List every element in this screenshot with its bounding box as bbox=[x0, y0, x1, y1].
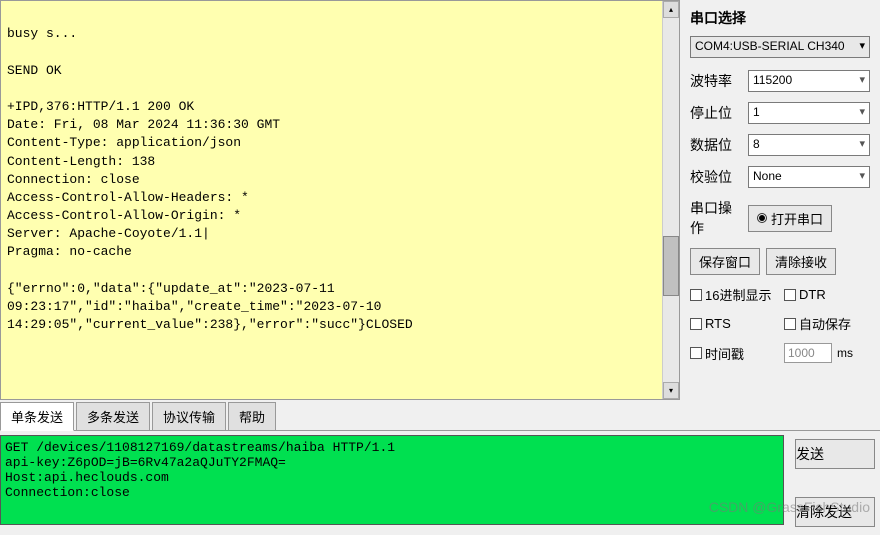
open-port-label: 打开串口 bbox=[771, 209, 823, 228]
stop-label: 停止位 bbox=[690, 103, 740, 123]
scroll-track[interactable] bbox=[663, 18, 679, 382]
scrollbar-vertical[interactable]: ▴ ▾ bbox=[662, 1, 679, 399]
send-button[interactable]: 发送 bbox=[795, 439, 875, 469]
tab-bar: 单条发送 多条发送 协议传输 帮助 bbox=[0, 402, 880, 431]
tab-help[interactable]: 帮助 bbox=[228, 402, 276, 430]
port-op-label: 串口操作 bbox=[690, 198, 740, 238]
scroll-thumb[interactable] bbox=[663, 236, 679, 296]
settings-panel: 串口选择 COM4:USB-SERIAL CH340 波特率 115200 停止… bbox=[680, 0, 880, 400]
port-status-icon bbox=[757, 213, 767, 223]
tab-protocol[interactable]: 协议传输 bbox=[152, 402, 226, 430]
receive-output[interactable]: busy s... SEND OK +IPD,376:HTTP/1.1 200 … bbox=[1, 1, 662, 399]
rts-checkbox[interactable] bbox=[690, 318, 702, 330]
timestamp-checkbox[interactable] bbox=[690, 347, 702, 359]
clear-send-button[interactable]: 清除发送 bbox=[795, 497, 875, 527]
baud-label: 波特率 bbox=[690, 71, 740, 91]
tab-multi-send[interactable]: 多条发送 bbox=[76, 402, 150, 430]
hex-display-checkbox[interactable] bbox=[690, 289, 702, 301]
tab-single-send[interactable]: 单条发送 bbox=[0, 402, 74, 431]
ms-label: ms bbox=[837, 346, 853, 360]
clear-receive-button[interactable]: 清除接收 bbox=[766, 248, 836, 275]
port-section-title: 串口选择 bbox=[690, 8, 870, 28]
hex-display-label: 16进制显示 bbox=[705, 285, 771, 304]
dtr-label: DTR bbox=[799, 287, 826, 302]
scroll-down-icon[interactable]: ▾ bbox=[663, 382, 679, 399]
send-area: 单条发送 多条发送 协议传输 帮助 GET /devices/110812716… bbox=[0, 402, 880, 527]
dtr-checkbox[interactable] bbox=[784, 289, 796, 301]
parity-label: 校验位 bbox=[690, 167, 740, 187]
stop-select[interactable]: 1 bbox=[748, 102, 870, 124]
send-button-panel: 发送 清除发送 bbox=[790, 435, 880, 527]
save-window-button[interactable]: 保存窗口 bbox=[690, 248, 760, 275]
parity-select[interactable]: None bbox=[748, 166, 870, 188]
data-select[interactable]: 8 bbox=[748, 134, 870, 156]
port-select[interactable]: COM4:USB-SERIAL CH340 bbox=[690, 36, 870, 58]
baud-select[interactable]: 115200 bbox=[748, 70, 870, 92]
scroll-up-icon[interactable]: ▴ bbox=[663, 1, 679, 18]
autosave-checkbox[interactable] bbox=[784, 318, 796, 330]
open-port-button[interactable]: 打开串口 bbox=[748, 205, 832, 232]
output-wrap: busy s... SEND OK +IPD,376:HTTP/1.1 200 … bbox=[1, 1, 679, 399]
left-panel: busy s... SEND OK +IPD,376:HTTP/1.1 200 … bbox=[0, 0, 680, 400]
autosave-label: 自动保存 bbox=[799, 314, 851, 333]
timestamp-label: 时间戳 bbox=[705, 344, 744, 363]
data-label: 数据位 bbox=[690, 135, 740, 155]
rts-label: RTS bbox=[705, 316, 731, 331]
send-input[interactable]: GET /devices/1108127169/datastreams/haib… bbox=[0, 435, 784, 525]
timestamp-interval-input[interactable] bbox=[784, 343, 832, 363]
